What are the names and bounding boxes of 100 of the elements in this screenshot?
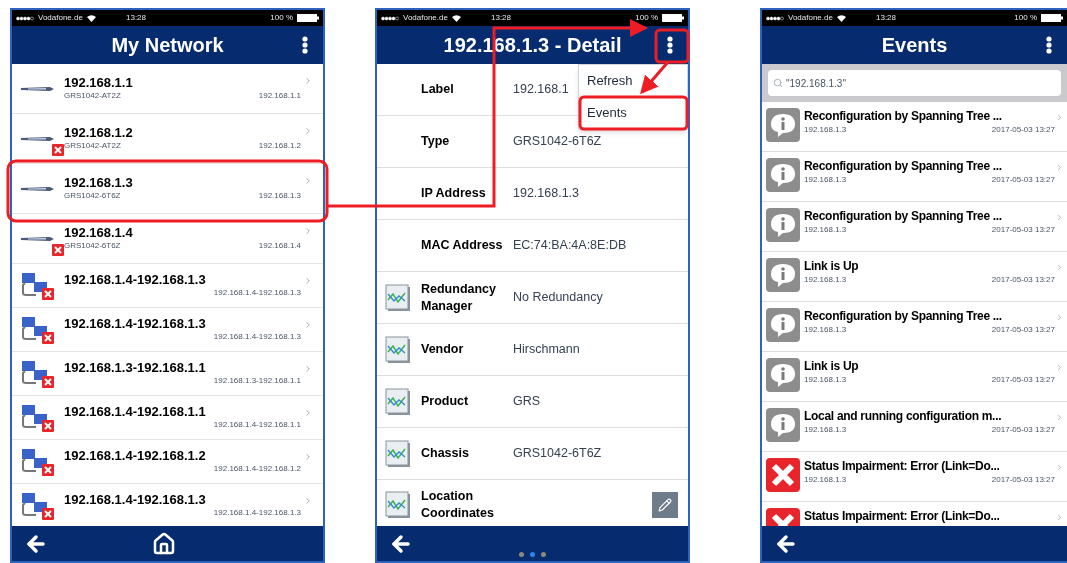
event-list-item[interactable]: Reconfiguration by Spanning Tree ... 192.168.1.3 2017-05-03 13:27: [762, 202, 1067, 251]
event-time: 2017-05-03 13:27: [991, 374, 1055, 386]
device-list-item[interactable]: 192.168.1.2 GRS1042-AT2Z 192.168.1.2: [12, 114, 323, 163]
edit-button[interactable]: [652, 491, 678, 518]
chevron-icon: [1055, 513, 1064, 522]
carrier-name: Vodafone.de: [788, 12, 833, 24]
battery-percent: 100 %: [1014, 12, 1037, 24]
battery-percent: 100 %: [270, 12, 293, 24]
item-address: 192.168.1.1: [258, 90, 301, 102]
chevron-icon: [303, 452, 313, 462]
field-label: Location Coordinates: [421, 487, 495, 522]
item-model: GRS1042-AT2Z: [64, 140, 121, 152]
event-title: Reconfiguration by Spanning Tree ...: [804, 158, 1003, 174]
item-title: 192.168.1.4-192.168.1.1: [64, 404, 207, 419]
item-model: GRS1042-AT2Z: [64, 90, 121, 102]
field-value: GRS1042-6T6Z: [513, 445, 602, 462]
event-source: 192.168.1.3: [804, 474, 847, 486]
more-icon: [1046, 36, 1052, 54]
event-title: Status Impairment: Error (Link=Do...: [804, 508, 1001, 524]
signal-icon: [16, 15, 34, 21]
event-time: 2017-05-03 13:27: [991, 324, 1055, 336]
item-address: 192.168.1.4: [258, 240, 301, 252]
field-value: GRS: [513, 393, 541, 410]
event-title: Link is Up: [804, 358, 860, 374]
field-label: Vendor: [421, 341, 465, 358]
event-list-item[interactable]: Reconfiguration by Spanning Tree ... 192.168.1.3 2017-05-03 13:27: [762, 152, 1067, 201]
device-list-item[interactable]: 192.168.1.3 GRS1042-6T6Z 192.168.1.3: [12, 164, 323, 213]
clock-time: 13:28: [876, 12, 898, 24]
event-time: 2017-05-03 13:27: [991, 224, 1055, 236]
menu-item[interactable]: Events: [579, 97, 687, 129]
switch-device-icon: [20, 84, 54, 93]
chart-icon: [385, 283, 411, 312]
chevron-icon: [1055, 113, 1064, 122]
network-link-icon: [20, 316, 50, 343]
device-list-item[interactable]: 192.168.1.4-192.168.1.2 192.168.1.4-192.168.1.2: [12, 440, 323, 483]
item-title: 192.168.1.4: [64, 225, 134, 240]
chevron-icon: [303, 226, 313, 236]
event-source: 192.168.1.3: [804, 374, 847, 386]
field-value: 192.168.1.3: [513, 185, 580, 202]
event-title: Reconfiguration by Spanning Tree ...: [804, 308, 1003, 324]
device-list-item[interactable]: 192.168.1.4-192.168.1.1 192.168.1.4-192.168.1.1: [12, 396, 323, 439]
event-source: 192.168.1.3: [804, 274, 847, 286]
field-label: Redundancy Manager: [421, 280, 497, 315]
screen-title: My Network: [111, 33, 224, 58]
device-list-item[interactable]: 192.168.1.4 GRS1042-6T6Z 192.168.1.4: [12, 214, 323, 263]
device-list-item[interactable]: 192.168.1.1 GRS1042-AT2Z 192.168.1.1: [12, 64, 323, 113]
info-bubble-icon: [766, 308, 800, 342]
item-title: 192.168.1.4-192.168.1.3: [64, 316, 207, 331]
carrier-name: Vodafone.de: [38, 12, 83, 24]
event-time: 2017-05-03 13:27: [991, 124, 1055, 136]
chart-icon: [385, 335, 411, 364]
device-list-item[interactable]: 192.168.1.4-192.168.1.3 192.168.1.4-192.168.1.3: [12, 308, 323, 351]
switch-device-icon: [20, 134, 54, 143]
chevron-icon: [1055, 413, 1064, 422]
event-list-item[interactable]: Link is Up 192.168.1.3 2017-05-03 13:27: [762, 352, 1067, 401]
event-source: 192.168.1.3: [804, 174, 847, 186]
device-list-item[interactable]: 192.168.1.4-192.168.1.3 192.168.1.4-192.168.1.3: [12, 484, 323, 526]
event-list-item[interactable]: Local and running configuration m... 192.168.1.3 2017-05-03 13:27: [762, 402, 1067, 451]
network-link-icon: [20, 404, 50, 431]
search-field[interactable]: "192.168.1.3": [768, 70, 1061, 96]
chevron-icon: [1055, 213, 1064, 222]
event-list-item[interactable]: Link is Up 192.168.1.3 2017-05-03 13:27: [762, 252, 1067, 301]
field-label: Type: [421, 133, 451, 150]
chevron-icon: [303, 364, 313, 374]
field-value: EC:74:BA:4A:8E:DB: [513, 237, 627, 254]
chart-icon: [385, 490, 411, 519]
item-title: 192.168.1.2: [64, 125, 134, 140]
chart-icon: [385, 439, 411, 468]
home-button[interactable]: [152, 531, 176, 556]
highlight-frame: [654, 28, 690, 64]
event-time: 2017-05-03 13:27: [991, 424, 1055, 436]
item-address: 192.168.1.4-192.168.1.1: [213, 419, 301, 431]
info-bubble-icon: [766, 158, 800, 192]
item-title: 192.168.1.1: [64, 75, 134, 90]
event-list-item[interactable]: Reconfiguration by Spanning Tree ... 192.168.1.3 2017-05-03 13:27: [762, 302, 1067, 351]
field-label: Chassis: [421, 445, 470, 462]
item-address: 192.168.1.2: [258, 140, 301, 152]
screen-title: Events: [881, 33, 948, 58]
event-list-item[interactable]: Status Impairment: Error (Link=Do... 192.168.1.3 2017-05-03 13:27: [762, 452, 1067, 501]
wifi-icon: [86, 14, 96, 22]
device-list-item[interactable]: 192.168.1.4-192.168.1.3 192.168.1.4-192.168.1.3: [12, 264, 323, 307]
field-label: IP Address: [421, 185, 487, 202]
item-address: 192.168.1.4-192.168.1.3: [213, 507, 301, 519]
more-icon: [302, 36, 308, 54]
item-model: GRS1042-6T6Z: [64, 240, 121, 252]
item-address: 192.168.1.4-192.168.1.3: [213, 287, 301, 299]
event-title: Local and running configuration m...: [804, 408, 1003, 424]
event-list-item[interactable]: Status Impairment: Error (Link=Do...: [762, 502, 1067, 526]
device-list-item[interactable]: 192.168.1.3-192.168.1.1 192.168.1.3-192.168.1.1: [12, 352, 323, 395]
menu-item[interactable]: Refresh: [579, 65, 687, 97]
item-title: 192.168.1.4-192.168.1.3: [64, 272, 207, 287]
network-link-icon: [20, 492, 50, 519]
switch-device-icon: [20, 234, 54, 243]
event-list-item[interactable]: Reconfiguration by Spanning Tree ... 192.168.1.3 2017-05-03 13:27: [762, 102, 1067, 151]
info-bubble-icon: [766, 358, 800, 392]
home-icon: [152, 531, 176, 556]
network-link-icon: [20, 448, 50, 475]
switch-device-icon: [20, 184, 54, 193]
chevron-icon: [1055, 163, 1064, 172]
event-title: Status Impairment: Error (Link=Do...: [804, 458, 1001, 474]
